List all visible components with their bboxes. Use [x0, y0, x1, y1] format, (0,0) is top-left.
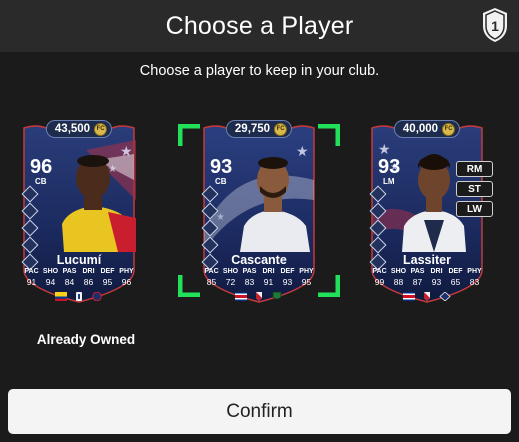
stat-value-dri: 93 — [431, 277, 442, 287]
playstyle-icon — [21, 202, 39, 220]
stat-value-dri: 91 — [263, 277, 274, 287]
mls-logo-icon — [256, 292, 262, 301]
mls-logo-icon — [424, 292, 430, 301]
price-tag: 43,500 FC — [45, 120, 113, 138]
card-badges — [364, 292, 490, 301]
club-crest-icon — [92, 292, 102, 301]
player-name: Lassiter — [403, 253, 451, 267]
stat-label-dri: DRI — [262, 268, 275, 275]
stat-label-sho: SHO — [390, 268, 407, 275]
confirm-button[interactable]: Confirm — [8, 389, 511, 434]
player-portrait — [62, 155, 136, 252]
price-value: 43,500 — [54, 123, 91, 135]
svg-text:1: 1 — [491, 18, 499, 34]
playstyle-icon — [21, 185, 39, 203]
stat-label-dri: DRI — [430, 268, 443, 275]
price-tag: 29,750 FC — [225, 120, 293, 138]
stat-label-pac: PAC — [24, 268, 39, 275]
stat-value-pas: 87 — [412, 277, 423, 287]
price-value: 40,000 — [402, 123, 439, 135]
stat-value-def: 65 — [450, 277, 461, 287]
alt-position-badge: RM — [456, 161, 493, 177]
stat-label-def: DEF — [280, 268, 295, 275]
club-crest-icon — [272, 292, 282, 300]
alternate-positions: RM ST LW — [456, 161, 493, 217]
stat-value-pac: 85 — [206, 277, 217, 287]
stat-label-pac: PAC — [204, 268, 219, 275]
playstyle-icon — [21, 236, 39, 254]
stat-label-sho: SHO — [42, 268, 59, 275]
alt-position-badge: ST — [456, 181, 493, 197]
page-title: Choose a Player — [165, 11, 354, 40]
stat-label-phy: PHY — [119, 268, 134, 275]
stats-row: PAC 91 SHO 94 PAS 84 DRI 86 DEF 95 PHY 96 — [22, 268, 136, 287]
playstyle-icon — [369, 236, 387, 254]
playstyle-icon — [369, 219, 387, 237]
playstyle-icon — [201, 202, 219, 220]
stat-value-phy: 83 — [469, 277, 480, 287]
instruction-text: Choose a player to keep in your club. — [139, 63, 380, 79]
price-tag: 40,000 FC — [393, 120, 461, 138]
already-owned-label: Already Owned — [36, 332, 136, 347]
stat-label-def: DEF — [448, 268, 463, 275]
one-loan-badge-icon[interactable]: 1 — [480, 6, 510, 44]
coin-icon: FC — [442, 122, 456, 136]
stat-value-sho: 88 — [393, 277, 404, 287]
stat-label-pac: PAC — [372, 268, 387, 275]
player-card-cascante[interactable]: ★ ★ 29,750 FC 93 CB Cascante PAC 85 SHO 72… — [196, 120, 322, 304]
price-value: 29,750 — [234, 123, 271, 135]
playstyle-icon — [201, 185, 219, 203]
player-name: Lucumí — [56, 253, 102, 267]
player-card-lassiter[interactable]: ★ ★ 40,000 FC 93 LM RM ST LW Lassiter PA… — [364, 120, 493, 304]
club-crest-icon — [439, 292, 451, 301]
playstyle-icon — [21, 219, 39, 237]
stat-value-dri: 86 — [83, 277, 94, 287]
league-logo-icon — [76, 292, 82, 301]
costa-rica-flag-icon — [235, 292, 247, 301]
stat-value-phy: 96 — [121, 277, 132, 287]
playstyle-icon — [369, 185, 387, 203]
stat-label-phy: PHY — [299, 268, 314, 275]
stat-value-def: 93 — [282, 277, 293, 287]
stat-value-pac: 91 — [26, 277, 37, 287]
stat-value-pac: 99 — [374, 277, 385, 287]
stat-label-pas: PAS — [62, 268, 77, 275]
stats-row: PAC 85 SHO 72 PAS 83 DRI 91 DEF 93 PHY 95 — [202, 268, 316, 287]
stat-value-sho: 72 — [225, 277, 236, 287]
position-label: CB — [215, 177, 227, 186]
svg-text:★: ★ — [378, 141, 391, 157]
stat-value-phy: 95 — [301, 277, 312, 287]
stat-label-pas: PAS — [410, 268, 425, 275]
coin-icon: FC — [94, 122, 108, 136]
stat-value-pas: 84 — [64, 277, 75, 287]
alt-position-badge: LW — [456, 201, 493, 217]
playstyle-icon — [201, 236, 219, 254]
stat-label-pas: PAS — [242, 268, 257, 275]
position-label: LM — [383, 177, 395, 186]
playstyle-icon — [201, 219, 219, 237]
stat-label-dri: DRI — [82, 268, 95, 275]
card-badges — [16, 292, 142, 301]
svg-text:★: ★ — [216, 212, 225, 223]
costa-rica-flag-icon — [403, 292, 415, 301]
stat-label-phy: PHY — [467, 268, 482, 275]
card-badges — [196, 292, 322, 301]
stat-value-sho: 94 — [45, 277, 56, 287]
position-label: CB — [35, 177, 47, 186]
playstyle-icon — [369, 202, 387, 220]
player-name: Cascante — [231, 253, 287, 267]
stats-row: PAC 99 SHO 88 PAS 87 DRI 93 DEF 65 PHY 83 — [370, 268, 484, 287]
stat-label-sho: SHO — [222, 268, 239, 275]
stat-label-def: DEF — [100, 268, 115, 275]
header-bar: Choose a Player 1 — [0, 0, 519, 52]
stat-value-def: 95 — [102, 277, 113, 287]
player-portrait — [240, 157, 310, 252]
player-card-lucumi[interactable]: ★ ★ 43,500 FC 96 CB Lucumí PAC 91 SHO 94 P… — [16, 120, 142, 304]
coin-icon: FC — [274, 122, 288, 136]
colombia-flag-icon — [55, 292, 67, 301]
stat-value-pas: 83 — [244, 277, 255, 287]
